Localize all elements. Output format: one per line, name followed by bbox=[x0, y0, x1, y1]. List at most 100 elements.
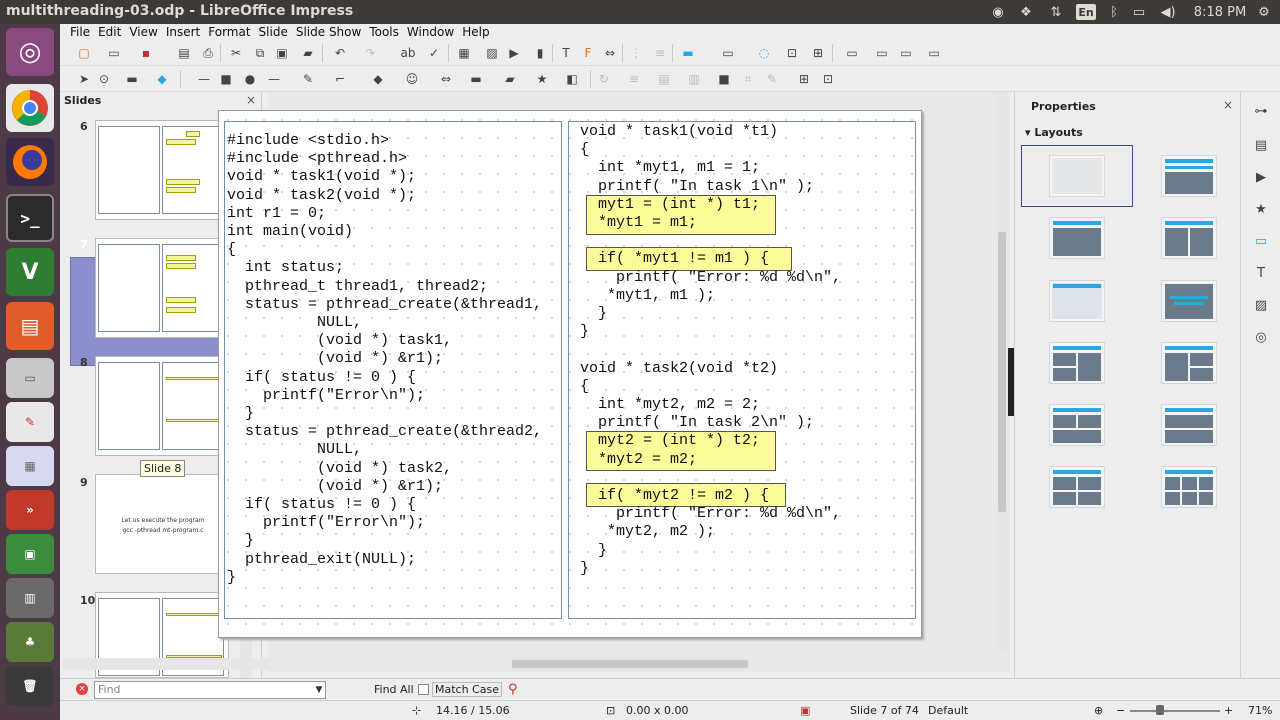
properties-deck-icon[interactable]: ▤ bbox=[1252, 136, 1270, 154]
arrow-line-icon[interactable]: — bbox=[266, 71, 282, 87]
cut-icon[interactable]: ✂ bbox=[228, 45, 244, 61]
power-icon[interactable]: ⚙ bbox=[1254, 3, 1274, 21]
menu-file[interactable]: File bbox=[66, 25, 94, 39]
network-icon[interactable]: ⇅ bbox=[1046, 3, 1066, 21]
columns-icon[interactable]: ≡ bbox=[652, 45, 668, 61]
app-icon-11[interactable]: ▣ bbox=[6, 534, 54, 574]
line-tool-icon[interactable]: — bbox=[196, 71, 212, 87]
table-icon[interactable]: ▦ bbox=[456, 45, 472, 61]
sidebar-menu-icon[interactable]: ⊶ bbox=[1252, 102, 1270, 120]
editing-vertical-scrollbar[interactable] bbox=[996, 92, 1008, 652]
layout-blank[interactable] bbox=[1049, 155, 1105, 197]
volume-icon[interactable]: ◀) bbox=[1158, 3, 1178, 21]
find-search-icon[interactable]: ⚲ bbox=[508, 682, 518, 697]
match-case-checkbox[interactable] bbox=[418, 684, 429, 695]
start-first-slide-icon[interactable]: ⊡ bbox=[784, 45, 800, 61]
impress-app-icon[interactable]: ▤ bbox=[6, 302, 54, 350]
align-icon[interactable]: ≡ bbox=[626, 71, 642, 87]
textbox-icon[interactable]: T bbox=[558, 45, 574, 61]
connector-icon[interactable]: ⌐ bbox=[332, 71, 348, 87]
ubuntu-dash-icon[interactable]: ◎ bbox=[6, 28, 54, 76]
points-icon[interactable]: ⊞ bbox=[796, 71, 812, 87]
layout-title-6content[interactable] bbox=[1161, 466, 1217, 508]
layout-centered-text[interactable] bbox=[1161, 280, 1217, 322]
block-arrows-icon[interactable]: ⇔ bbox=[438, 71, 454, 87]
crop-icon[interactable]: ⌗ bbox=[740, 71, 756, 87]
app-icon-9[interactable]: ▦ bbox=[6, 446, 54, 486]
menu-format[interactable]: Format bbox=[204, 25, 254, 39]
zoom-out-icon[interactable]: − bbox=[1116, 704, 1125, 717]
slide-thumbnail[interactable] bbox=[95, 120, 229, 220]
navigator-icon[interactable]: ◎ bbox=[1252, 328, 1270, 346]
stars-icon[interactable]: ★ bbox=[534, 71, 550, 87]
delete-slide-icon[interactable]: ▭ bbox=[898, 45, 914, 61]
slide-layout-icon[interactable]: ▬ bbox=[680, 45, 696, 61]
layout-title-4content[interactable] bbox=[1049, 466, 1105, 508]
terminal-app-icon[interactable]: >_ bbox=[6, 194, 54, 242]
styles-icon[interactable]: T bbox=[1252, 264, 1270, 282]
match-case-label[interactable]: Match Case bbox=[432, 682, 502, 697]
find-all-button[interactable]: Find All bbox=[374, 683, 414, 696]
select-icon[interactable]: ➤ bbox=[76, 71, 92, 87]
find-replace-icon[interactable]: ab bbox=[400, 45, 416, 61]
zoom-level[interactable]: 71% bbox=[1248, 704, 1272, 717]
layout-title-2content-right[interactable] bbox=[1161, 342, 1217, 384]
chrome-app-icon[interactable] bbox=[6, 84, 54, 132]
zoom-slider[interactable] bbox=[1130, 710, 1220, 712]
undo-icon[interactable]: ↶ bbox=[332, 45, 348, 61]
rectangle-tool-icon[interactable]: ■ bbox=[218, 71, 234, 87]
comment-icon[interactable]: ◌ bbox=[756, 45, 772, 61]
filter-icon[interactable]: ✎ bbox=[764, 71, 780, 87]
zoom-slider-handle[interactable] bbox=[1156, 705, 1164, 715]
paste-icon[interactable]: ▣ bbox=[274, 45, 290, 61]
layout-title-2content-top[interactable] bbox=[1049, 404, 1105, 446]
menu-slide-show[interactable]: Slide Show bbox=[292, 25, 365, 39]
zoom-in-icon[interactable]: + bbox=[1224, 704, 1233, 717]
zoom-pan-icon[interactable]: ⊙ bbox=[96, 71, 112, 87]
dropbox-icon[interactable]: ❖ bbox=[1016, 3, 1036, 21]
fill-color-icon[interactable]: ◆ bbox=[154, 71, 170, 87]
menu-tools[interactable]: Tools bbox=[365, 25, 403, 39]
menu-window[interactable]: Window bbox=[403, 25, 458, 39]
shadow-icon[interactable]: ■ bbox=[716, 71, 732, 87]
open-icon[interactable]: ▭ bbox=[106, 45, 122, 61]
clock[interactable]: 8:18 PM bbox=[1190, 3, 1250, 21]
master-slide-name[interactable]: Default bbox=[928, 704, 968, 717]
layout-two-content[interactable] bbox=[1161, 217, 1217, 259]
print-icon[interactable]: ⎙ bbox=[200, 45, 216, 61]
gallery-icon[interactable]: ▨ bbox=[1252, 296, 1270, 314]
clone-formatting-icon[interactable]: ▰ bbox=[300, 45, 316, 61]
copy-icon[interactable]: ⧉ bbox=[252, 45, 268, 61]
image-icon[interactable]: ▨ bbox=[484, 45, 500, 61]
new-icon[interactable]: ▢ bbox=[76, 45, 92, 61]
start-current-slide-icon[interactable]: ⊞ bbox=[810, 45, 826, 61]
slide-master-icon[interactable]: ▭ bbox=[926, 45, 942, 61]
flowchart-icon[interactable]: ▬ bbox=[468, 71, 484, 87]
duplicate-slide-icon[interactable]: ▭ bbox=[874, 45, 890, 61]
curve-icon[interactable]: ✎ bbox=[300, 71, 316, 87]
layout-title-content-over[interactable] bbox=[1161, 404, 1217, 446]
files-app-icon[interactable]: ▭ bbox=[6, 358, 54, 398]
layout-title-body[interactable] bbox=[1049, 217, 1105, 259]
layout-title-content[interactable] bbox=[1161, 155, 1217, 197]
battery-icon[interactable]: ▭ bbox=[1128, 3, 1150, 21]
basic-shapes-icon[interactable]: ◆ bbox=[370, 71, 386, 87]
app-icon-13[interactable]: ♣ bbox=[6, 622, 54, 662]
firefox-app-icon[interactable] bbox=[6, 138, 54, 186]
editing-horizontal-scrollbar[interactable] bbox=[62, 658, 992, 670]
export-pdf-icon[interactable]: ▤ bbox=[176, 45, 192, 61]
symbol-shapes-icon[interactable]: ☺ bbox=[404, 71, 420, 87]
slides-pane-close-icon[interactable]: × bbox=[246, 93, 256, 107]
chart-icon[interactable]: ▮ bbox=[532, 45, 548, 61]
arrange-icon[interactable]: ▤ bbox=[656, 71, 672, 87]
app-icon-10[interactable]: » bbox=[6, 490, 54, 530]
keyboard-layout-indicator[interactable]: En bbox=[1076, 4, 1096, 20]
fontwork-icon[interactable]: F bbox=[580, 45, 596, 61]
properties-close-icon[interactable]: × bbox=[1223, 98, 1233, 112]
slide-counter[interactable]: Slide 7 of 74 bbox=[850, 704, 919, 717]
new-slide-icon[interactable]: ▭ bbox=[844, 45, 860, 61]
menu-slide[interactable]: Slide bbox=[255, 25, 292, 39]
text-editor-app-icon[interactable]: ✎ bbox=[6, 402, 54, 442]
callouts-icon[interactable]: ▰ bbox=[502, 71, 518, 87]
chrome-indicator-icon[interactable]: ◉ bbox=[988, 3, 1008, 21]
